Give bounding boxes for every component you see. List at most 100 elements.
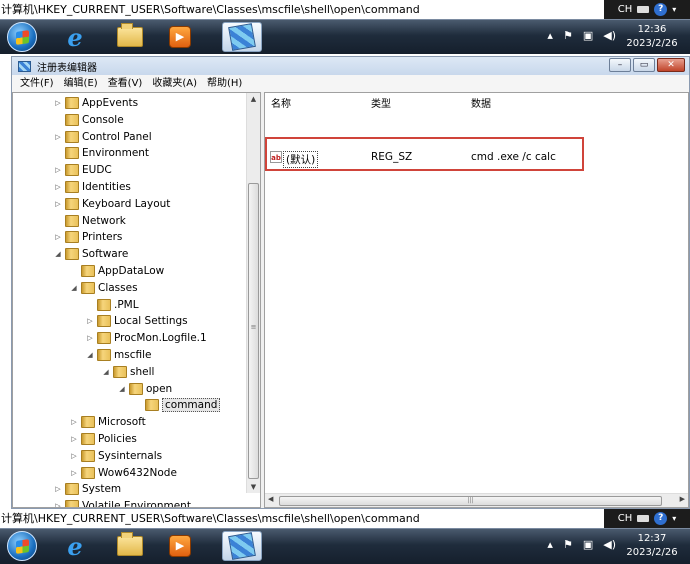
expand-arrow-icon[interactable]: ▷ <box>53 99 63 107</box>
tree-item-label[interactable]: ProcMon.Logfile.1 <box>114 332 207 344</box>
tree-item[interactable]: ▷ Control Panel <box>53 129 152 145</box>
ime-indicator-bottom[interactable]: CH ? ▾ <box>604 509 690 528</box>
tree-item[interactable]: ▷ Identities <box>53 179 131 195</box>
keyboard-icon[interactable] <box>637 6 650 13</box>
tree-item-label[interactable]: Classes <box>98 282 138 294</box>
tree-item-label[interactable]: Control Panel <box>82 131 152 143</box>
expand-arrow-icon[interactable]: ▷ <box>53 166 63 174</box>
scroll-right-icon[interactable]: ▶ <box>680 495 685 503</box>
internet-explorer-button[interactable]: e <box>55 22 95 52</box>
tree-item[interactable]: ▷ Policies <box>69 431 137 447</box>
explorer-button[interactable] <box>110 22 150 52</box>
tree-item-label[interactable]: AppDataLow <box>98 265 164 277</box>
tree-item[interactable]: AppDataLow <box>69 263 164 279</box>
tree-item-label[interactable]: open <box>146 383 172 395</box>
tree-item-label[interactable]: Policies <box>98 433 137 445</box>
regedit-taskbar-button[interactable] <box>222 22 262 52</box>
menu-view[interactable]: 查看(V) <box>108 75 143 92</box>
tree-item-label[interactable]: .PML <box>114 299 139 311</box>
tree-item-label[interactable]: System <box>82 483 121 495</box>
tree-item-label[interactable]: shell <box>130 366 154 378</box>
tree-item[interactable]: ▷ Volatile Environment <box>53 498 191 507</box>
scroll-left-icon[interactable]: ◀ <box>268 495 273 503</box>
close-button[interactable]: ✕ <box>657 58 685 72</box>
expand-arrow-icon[interactable]: ▷ <box>53 502 63 507</box>
media-player-button[interactable]: ▶ <box>160 531 200 561</box>
tree-item-label[interactable]: Network <box>82 215 126 227</box>
expand-arrow-icon[interactable]: ▷ <box>69 435 79 443</box>
network-icon[interactable]: ▣ <box>583 29 593 42</box>
tree-item-label[interactable]: mscfile <box>114 349 151 361</box>
tree-item-label[interactable]: Local Settings <box>114 315 188 327</box>
internet-explorer-button[interactable]: e <box>55 531 95 561</box>
volume-icon[interactable]: ◀) <box>603 29 616 42</box>
tree-item-label[interactable]: Identities <box>82 181 131 193</box>
tree-item[interactable]: ▷ AppEvents <box>53 95 138 111</box>
ime-indicator[interactable]: CH ? ▾ <box>604 0 690 19</box>
tray-expand-icon[interactable]: ▴ <box>547 538 553 551</box>
tree-item-label[interactable]: Volatile Environment <box>82 500 191 507</box>
tree-item[interactable]: ▷ Local Settings <box>85 313 188 329</box>
minimize-button[interactable]: – <box>609 58 631 72</box>
scroll-down-icon[interactable]: ▼ <box>247 483 260 491</box>
action-center-flag-icon[interactable]: ⚑ <box>563 29 573 42</box>
tree-item[interactable]: Network <box>53 213 126 229</box>
key-tree[interactable]: ▲ ≡ ▼ ▷ AppEvents Console ▷ Control Panel Env… <box>12 92 261 508</box>
scroll-thumb[interactable] <box>248 183 259 479</box>
expand-arrow-icon[interactable]: ▷ <box>53 200 63 208</box>
media-player-button[interactable]: ▶ <box>160 22 200 52</box>
tree-item[interactable]: ▷ Microsoft <box>69 414 146 430</box>
title-bar[interactable]: 注册表编辑器 – ▭ ✕ <box>12 57 689 75</box>
help-icon[interactable]: ? <box>654 3 668 16</box>
action-center-flag-icon[interactable]: ⚑ <box>563 538 573 551</box>
tree-item-label[interactable]: Environment <box>82 147 149 159</box>
tree-item[interactable]: ▷ Wow6432Node <box>69 465 177 481</box>
expand-arrow-icon[interactable]: ▷ <box>69 452 79 460</box>
maximize-button[interactable]: ▭ <box>633 58 655 72</box>
expand-arrow-icon[interactable]: ▷ <box>85 317 95 325</box>
tree-item[interactable]: ◢ shell <box>101 364 154 380</box>
horizontal-scroll-thumb[interactable]: ||| <box>279 496 662 506</box>
tree-item[interactable]: ▷ ProcMon.Logfile.1 <box>85 330 207 346</box>
start-button[interactable] <box>7 22 37 52</box>
collapse-arrow-icon[interactable]: ◢ <box>69 284 79 292</box>
menu-edit[interactable]: 编辑(E) <box>64 75 98 92</box>
tree-item-label[interactable]: Wow6432Node <box>98 467 177 479</box>
tree-item-label[interactable]: command <box>162 398 221 413</box>
tree-item-label[interactable]: Microsoft <box>98 416 146 428</box>
collapse-arrow-icon[interactable]: ◢ <box>85 351 95 359</box>
start-button[interactable] <box>7 531 37 561</box>
clock[interactable]: 12:37 2023/2/26 <box>618 532 686 560</box>
tree-item[interactable]: ◢ open <box>117 381 172 397</box>
tree-item[interactable]: ◢ Classes <box>69 280 138 296</box>
network-icon[interactable]: ▣ <box>583 538 593 551</box>
ime-language-bottom[interactable]: CH <box>618 509 633 528</box>
tree-item[interactable]: ▷ EUDC <box>53 162 112 178</box>
tree-item-label[interactable]: AppEvents <box>82 97 138 109</box>
help-icon[interactable]: ? <box>654 512 668 525</box>
tree-item[interactable]: ▷ Printers <box>53 229 122 245</box>
value-list[interactable]: 名称 类型 数据 ab (默认) REG_SZ cmd .exe /c calc… <box>264 92 689 508</box>
expand-arrow-icon[interactable]: ▷ <box>69 418 79 426</box>
expand-arrow-icon[interactable]: ▷ <box>53 233 63 241</box>
scroll-up-icon[interactable]: ▲ <box>247 95 260 103</box>
chevron-down-icon[interactable]: ▾ <box>672 0 676 19</box>
tree-item-label[interactable]: Printers <box>82 231 122 243</box>
collapse-arrow-icon[interactable]: ◢ <box>53 250 63 258</box>
explorer-button[interactable] <box>110 531 150 561</box>
expand-arrow-icon[interactable]: ▷ <box>53 485 63 493</box>
list-horizontal-scrollbar[interactable]: ◀ ||| ▶ <box>265 493 688 507</box>
menu-help[interactable]: 帮助(H) <box>207 75 242 92</box>
tree-item[interactable]: command <box>133 397 221 413</box>
tray-expand-icon[interactable]: ▴ <box>547 29 553 42</box>
tree-item-label[interactable]: Software <box>82 248 128 260</box>
expand-arrow-icon[interactable]: ▷ <box>53 133 63 141</box>
tree-item-label[interactable]: Keyboard Layout <box>82 198 170 210</box>
collapse-arrow-icon[interactable]: ◢ <box>101 368 111 376</box>
volume-icon[interactable]: ◀) <box>603 538 616 551</box>
tree-item[interactable]: Environment <box>53 145 149 161</box>
collapse-arrow-icon[interactable]: ◢ <box>117 385 127 393</box>
tree-item-label[interactable]: Console <box>82 114 124 126</box>
tree-item-label[interactable]: EUDC <box>82 164 112 176</box>
clock[interactable]: 12:36 2023/2/26 <box>618 23 686 51</box>
